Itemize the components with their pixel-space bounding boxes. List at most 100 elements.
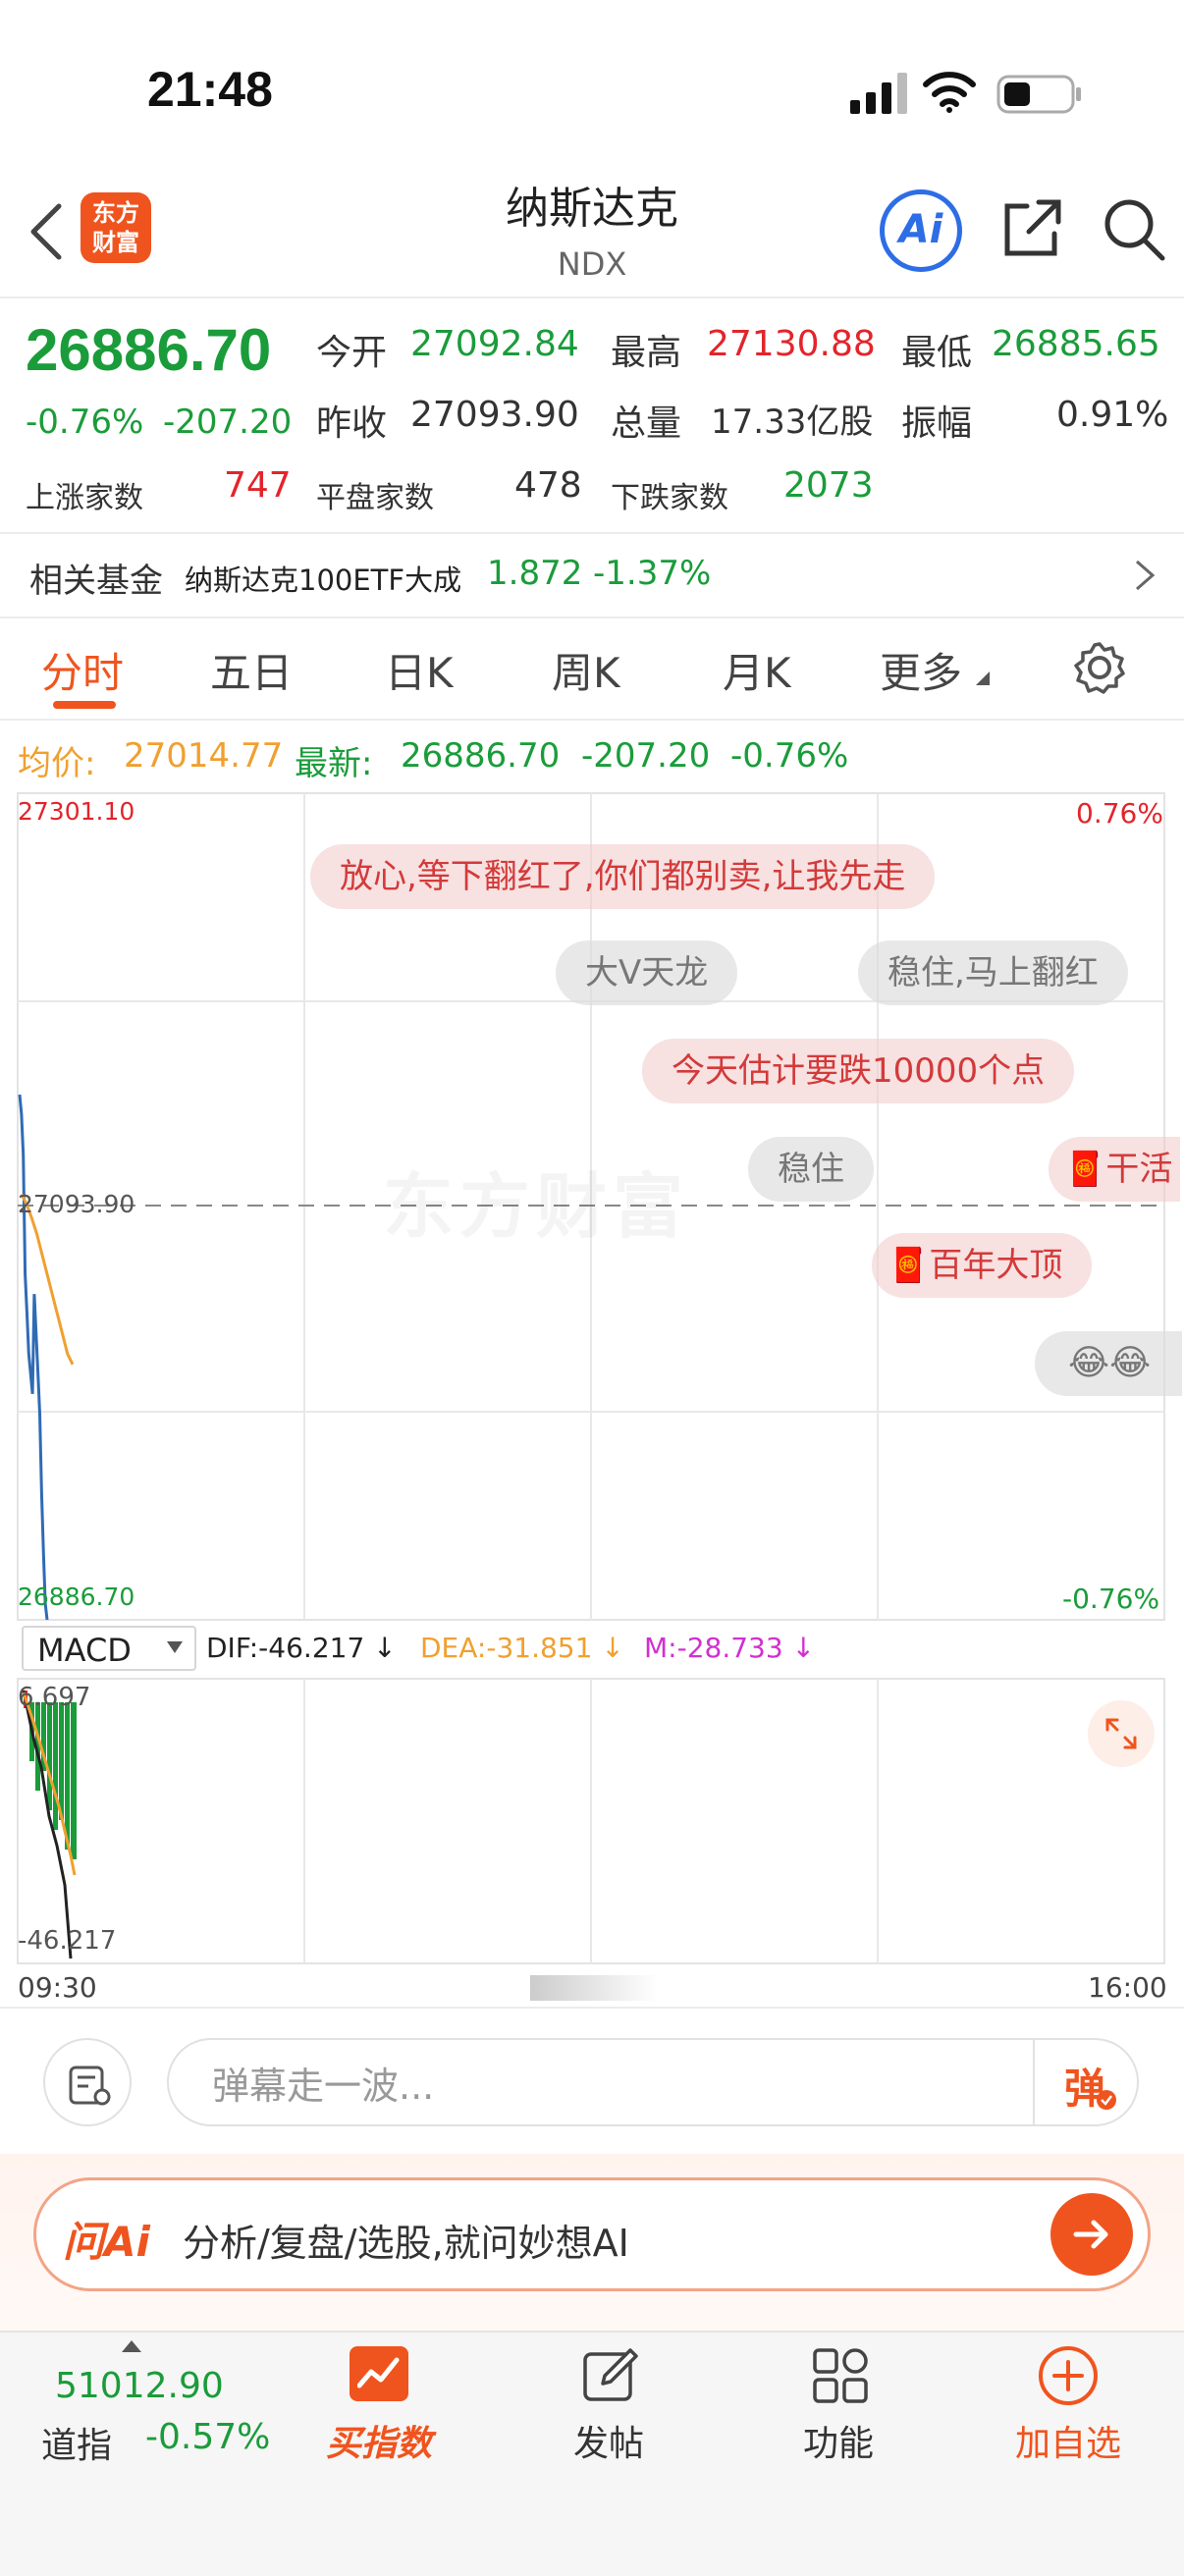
change-amount: -207.20 <box>163 402 293 442</box>
tab-intraday[interactable]: 分时 <box>41 640 124 700</box>
related-fund-row[interactable]: 相关基金 纳斯达克100ETF大成 1.872 -1.37% <box>0 532 1184 617</box>
macd-dea-value: DEA:-31.851 ↓ <box>420 1632 624 1664</box>
dropdown-triangle-icon <box>167 1641 183 1653</box>
macd-m-value: M:-28.733 ↓ <box>644 1632 816 1664</box>
indicator-selector-label: MACD <box>37 1632 132 1669</box>
price-line <box>18 1094 49 1621</box>
related-fund-label: 相关基金 <box>29 562 163 601</box>
y-axis-top-label: 27301.10 <box>18 797 135 826</box>
related-fund-change: -1.37% <box>593 554 712 593</box>
high-value: 27130.88 <box>707 324 876 364</box>
macd-bar <box>59 1702 64 1820</box>
nav-functions[interactable]: 功能 <box>740 2415 937 2466</box>
latest-change-percent: -0.76% <box>730 736 849 776</box>
macd-bar <box>47 1702 52 1810</box>
battery-icon <box>996 75 1081 114</box>
expand-icon <box>1105 1718 1137 1749</box>
amplitude-label: 振幅 <box>901 403 973 444</box>
ask-ai-logo: 问Ai <box>63 2218 150 2266</box>
up-count-label: 上涨家数 <box>26 481 143 515</box>
flat-count-label: 平盘家数 <box>316 481 434 515</box>
divider <box>0 2007 1184 2009</box>
latest-price-value: 26886.70 <box>401 736 561 776</box>
danmaku-comment[interactable]: 大V天龙 <box>556 940 738 1005</box>
fullscreen-button[interactable] <box>1088 1700 1155 1767</box>
ask-ai-go-button[interactable] <box>1050 2193 1133 2276</box>
ticker-value[interactable]: 51012.90 <box>55 2366 224 2406</box>
trend-chart-icon[interactable] <box>350 2346 408 2401</box>
active-tab-indicator <box>53 701 116 709</box>
ticker-change[interactable]: -0.57% <box>145 2417 270 2457</box>
wifi-icon <box>923 72 976 113</box>
last-price: 26886.70 <box>26 317 272 383</box>
y-axis-mid-label: 27093.90 <box>18 1190 135 1218</box>
macd-y-top-label: 6.697 <box>18 1683 91 1712</box>
down-count: 2073 <box>783 465 874 506</box>
nav-buy-index[interactable]: 买指数 <box>281 2415 477 2466</box>
nav-post[interactable]: 发帖 <box>511 2415 707 2466</box>
pct-bottom-label: -0.76% <box>1062 1583 1160 1615</box>
cellular-signal-icon <box>850 73 907 114</box>
compose-icon[interactable] <box>581 2346 640 2405</box>
ai-assistant-button[interactable]: Ai <box>880 189 962 272</box>
nav-add-watchlist[interactable]: 加自选 <box>970 2415 1166 2466</box>
danmaku-comment[interactable]: 今天估计要跌10000个点 <box>642 1039 1075 1103</box>
macd-dif-value: DIF:-46.217 ↓ <box>206 1632 397 1664</box>
emoji-danmaku[interactable]: 😂😂 <box>1035 1331 1182 1396</box>
ask-ai-text: 分析/复盘/选股,就问妙想AI <box>183 2222 629 2265</box>
tab-five-day[interactable]: 五日 <box>210 640 293 700</box>
danmaku-comment-with-icon[interactable]: 🧧干活 <box>1049 1137 1180 1202</box>
danmaku-comment[interactable]: 稳住,马上翻红 <box>858 940 1128 1005</box>
macd-bar <box>71 1702 77 1859</box>
up-count: 747 <box>224 465 292 506</box>
latest-price-label: 最新: <box>295 744 373 783</box>
latest-change-value: -207.20 <box>581 736 711 776</box>
indicator-selector[interactable]: MACD <box>22 1626 196 1671</box>
check-badge-icon <box>1097 2090 1116 2110</box>
macd-bar <box>65 1702 70 1850</box>
tab-daily-k[interactable]: 日K <box>385 640 454 700</box>
firecracker-icon: 🧧 <box>888 1246 930 1285</box>
search-icon[interactable] <box>1102 196 1166 263</box>
macd-bar <box>53 1702 58 1830</box>
macd-y-bottom-label: -46.217 <box>18 1926 117 1956</box>
settings-gear-icon[interactable] <box>1072 640 1127 695</box>
grid-icon[interactable] <box>811 2346 870 2405</box>
tab-weekly-k[interactable]: 周K <box>552 640 620 700</box>
divider <box>1033 2040 1035 2124</box>
emoji-icon: 😂😂 <box>1068 1343 1152 1383</box>
danmaku-comment[interactable]: 稳住 <box>748 1137 874 1202</box>
low-label: 最低 <box>901 333 973 373</box>
danmaku-comment-with-icon[interactable]: 🧧百年大顶 <box>872 1233 1093 1298</box>
divider <box>0 296 1184 298</box>
share-icon[interactable] <box>999 196 1064 261</box>
amplitude-value: 0.91% <box>1056 395 1169 435</box>
related-fund-price: 1.872 <box>487 554 583 593</box>
plus-circle-icon[interactable] <box>1037 2344 1100 2407</box>
volume-label: 总量 <box>611 403 682 444</box>
volume-value: 17.33亿股 <box>711 402 874 442</box>
ticker-name[interactable]: 道指 <box>41 2417 112 2468</box>
avg-price-value: 27014.77 <box>124 736 284 776</box>
x-axis-end-label: 16:00 <box>1088 1971 1167 2004</box>
caret-up-icon <box>122 2340 141 2352</box>
notepad-icon <box>69 2066 111 2106</box>
prev-close-value: 27093.90 <box>410 395 579 435</box>
tab-more[interactable]: 更多 <box>880 640 962 700</box>
x-axis-start-label: 09:30 <box>18 1971 97 2004</box>
down-count-label: 下跌家数 <box>611 481 728 515</box>
firecracker-icon: 🧧 <box>1064 1150 1106 1189</box>
dropdown-corner-icon <box>976 671 990 685</box>
flat-count: 478 <box>514 465 582 506</box>
y-axis-bottom-label: 26886.70 <box>18 1583 135 1611</box>
danmaku-comment[interactable]: 放心,等下翻红了,你们都别卖,让我先走 <box>310 844 936 909</box>
notes-button[interactable] <box>43 2038 132 2126</box>
tab-monthly-k[interactable]: 月K <box>723 640 791 700</box>
low-value: 26885.65 <box>992 324 1160 364</box>
scroll-handle[interactable] <box>530 1975 658 2001</box>
avg-price-label: 均价: <box>18 744 96 783</box>
divider <box>0 719 1184 721</box>
open-value: 27092.84 <box>410 324 579 364</box>
prev-close-label: 昨收 <box>316 403 388 444</box>
danmaku-toggle-button[interactable]: 弹 <box>1041 2048 1119 2117</box>
